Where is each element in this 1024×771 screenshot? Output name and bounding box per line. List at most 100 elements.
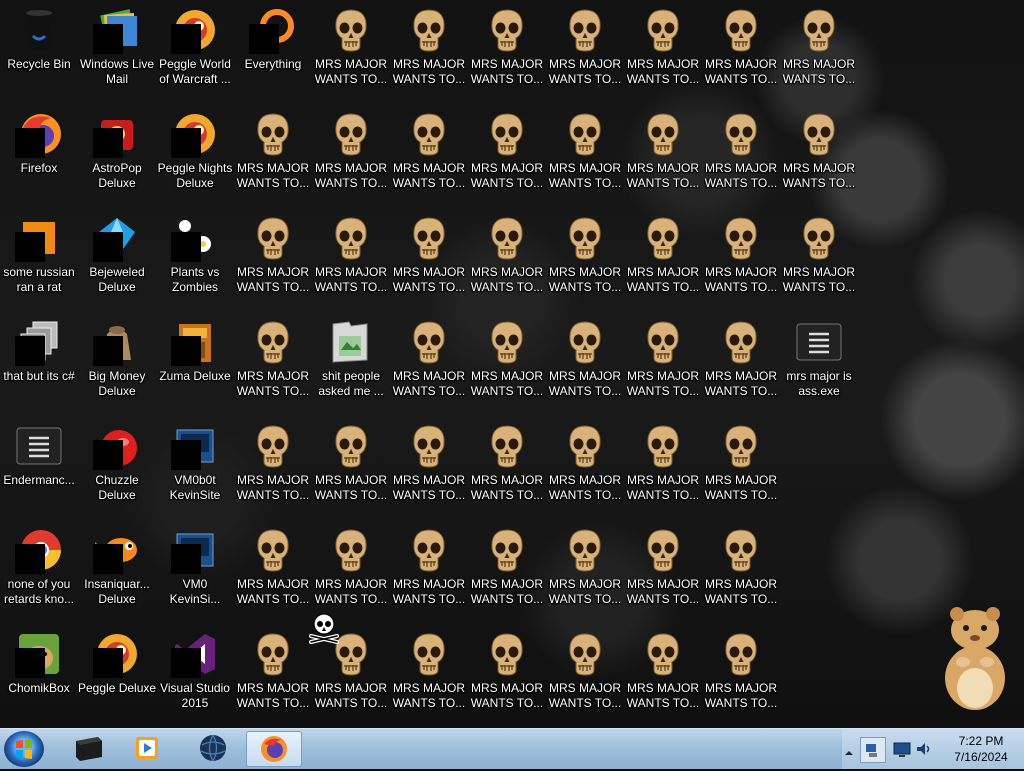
desktop-icon-windows-live-mail[interactable]: Windows Live Mail [78, 2, 156, 102]
skull-icon [335, 529, 367, 572]
mrs-major-skull-shortcut[interactable]: MRS MAJOR WANTS TO... [390, 522, 468, 622]
mrs-major-skull-shortcut[interactable]: MRS MAJOR WANTS TO... [546, 626, 624, 726]
mrs-major-skull-shortcut[interactable]: MRS MAJOR WANTS TO... [624, 626, 702, 726]
desktop-icon-insaniquar-deluxe[interactable]: Insaniquar... Deluxe [78, 522, 156, 622]
desktop-icon-firefox[interactable]: Firefox [0, 106, 78, 206]
mrs-major-skull-shortcut[interactable]: MRS MAJOR WANTS TO... [624, 314, 702, 414]
desktop-icon-bejeweled-deluxe[interactable]: Bejeweled Deluxe [78, 210, 156, 310]
skull-shortcut-icon [561, 526, 609, 574]
mrs-major-skull-shortcut[interactable]: MRS MAJOR WANTS TO... [624, 2, 702, 102]
skull-icon [413, 529, 445, 572]
mrs-major-skull-shortcut[interactable]: MRS MAJOR WANTS TO... [546, 522, 624, 622]
mrs-major-skull-shortcut[interactable]: MRS MAJOR WANTS TO... [624, 106, 702, 206]
mrs-major-skull-shortcut[interactable]: MRS MAJOR WANTS TO... [702, 106, 780, 206]
mrs-major-skull-shortcut[interactable]: MRS MAJOR WANTS TO... [234, 626, 312, 726]
mrs-major-skull-shortcut[interactable]: MRS MAJOR WANTS TO... [546, 2, 624, 102]
desktop-icon-plants-vs-zombies[interactable]: Plants vs Zombies [156, 210, 234, 310]
mrs-major-skull-shortcut[interactable]: MRS MAJOR WANTS TO... [312, 106, 390, 206]
mrs-major-skull-shortcut[interactable]: MRS MAJOR WANTS TO... [468, 2, 546, 102]
desktop-icon-chuzzle-deluxe[interactable]: Chuzzle Deluxe [78, 418, 156, 518]
mrs-major-skull-shortcut[interactable]: MRS MAJOR WANTS TO... [702, 2, 780, 102]
mrs-major-skull-shortcut[interactable]: MRS MAJOR WANTS TO... [624, 418, 702, 518]
windows-logo-icon [16, 739, 32, 759]
mrs-major-skull-shortcut[interactable]: MRS MAJOR WANTS TO... [546, 418, 624, 518]
desktop-icon-vm0-kevinsi[interactable]: VM0 KevinSi... [156, 522, 234, 622]
mrs-major-skull-shortcut[interactable]: MRS MAJOR WANTS TO... [468, 522, 546, 622]
mrs-major-skull-shortcut[interactable]: MRS MAJOR WANTS TO... [390, 210, 468, 310]
mrs-major-skull-shortcut[interactable]: MRS MAJOR WANTS TO... [468, 626, 546, 726]
taskbar-globe-button[interactable] [186, 731, 240, 765]
desktop-icon-vm0b0t-kevinsite[interactable]: VM0b0t KevinSite [156, 418, 234, 518]
mrs-major-skull-shortcut[interactable]: MRS MAJOR WANTS TO... [702, 626, 780, 726]
tray-network-icon[interactable] [860, 737, 886, 763]
mrs-major-skull-shortcut[interactable]: MRS MAJOR WANTS TO... [624, 210, 702, 310]
bigmoney-icon: $ [93, 318, 141, 366]
skull-icon [725, 529, 757, 572]
files-icon [15, 318, 63, 366]
skull-icon [647, 633, 679, 676]
desktop-icon-mrs-major-is-ass-exe[interactable]: mrs major is ass.exe [780, 314, 858, 414]
taskbar-terminal-button[interactable] [62, 731, 116, 765]
globe-icon [200, 734, 226, 762]
mrs-major-skull-shortcut[interactable]: MRS MAJOR WANTS TO... [546, 210, 624, 310]
mrs-major-skull-shortcut[interactable]: MRS MAJOR WANTS TO... [624, 522, 702, 622]
show-hidden-icons-arrow[interactable] [844, 743, 854, 755]
mrs-major-skull-shortcut[interactable]: MRS MAJOR WANTS TO... [780, 2, 858, 102]
mrs-major-skull-shortcut[interactable]: MRS MAJOR WANTS TO... [312, 210, 390, 310]
tray-speaker-icon[interactable] [914, 739, 934, 759]
desktop-icon-label: ChomikBox [8, 681, 70, 695]
tray-monitor-icon[interactable] [892, 739, 912, 759]
desktop-icon-everything[interactable]: Everything [234, 2, 312, 102]
mrs-major-skull-shortcut[interactable]: MRS MAJOR WANTS TO... [234, 418, 312, 518]
desktop-icon-visual-studio-2015[interactable]: Visual Studio 2015 [156, 626, 234, 726]
desktop-icon-peggle-deluxe[interactable]: Peggle Deluxe [78, 626, 156, 726]
mrs-major-skull-shortcut[interactable]: MRS MAJOR WANTS TO... [780, 106, 858, 206]
mrs-major-skull-shortcut[interactable]: MRS MAJOR WANTS TO... [390, 314, 468, 414]
taskbar-firefox-button[interactable] [246, 731, 302, 767]
mrs-major-skull-shortcut[interactable]: MRS MAJOR WANTS TO... [234, 314, 312, 414]
mrs-major-skull-shortcut[interactable]: MRS MAJOR WANTS TO... [234, 210, 312, 310]
desktop-icon-shit-people-asked-me[interactable]: shit people asked me ... [312, 314, 390, 414]
taskbar: 7:22 PM 7/16/2024 [0, 728, 1024, 769]
mrs-major-skull-shortcut[interactable]: MRS MAJOR WANTS TO... [312, 2, 390, 102]
mrs-major-skull-shortcut[interactable]: MRS MAJOR WANTS TO... [390, 626, 468, 726]
desktop-icon-peggle-world-of-warcraft[interactable]: Peggle World of Warcraft ... [156, 2, 234, 102]
mrs-major-skull-shortcut[interactable]: MRS MAJOR WANTS TO... [390, 106, 468, 206]
mrs-major-skull-shortcut[interactable]: MRS MAJOR WANTS TO... [468, 418, 546, 518]
mrs-major-skull-shortcut[interactable]: MRS MAJOR WANTS TO... [468, 106, 546, 206]
desktop-icon-zuma-deluxe[interactable]: Zuma Deluxe [156, 314, 234, 414]
mrs-major-skull-shortcut[interactable]: MRS MAJOR WANTS TO... [312, 418, 390, 518]
skull-icon [257, 321, 289, 364]
desktop-icon-astropop-deluxe[interactable]: AstroPop Deluxe [78, 106, 156, 206]
taskbar-media-player-button[interactable] [120, 731, 174, 765]
desktop-icon-label: MRS MAJOR WANTS TO... [314, 161, 388, 190]
desktop-icon-none-of-you-retards-kno[interactable]: none of you retards kno... [0, 522, 78, 622]
mrs-major-skull-shortcut[interactable]: MRS MAJOR WANTS TO... [702, 314, 780, 414]
skull-shortcut-icon [795, 6, 843, 54]
mrs-major-skull-shortcut[interactable]: MRS MAJOR WANTS TO... [702, 210, 780, 310]
skull-shortcut-icon [483, 630, 531, 678]
mrs-major-skull-shortcut[interactable]: MRS MAJOR WANTS TO... [390, 2, 468, 102]
mrs-major-skull-shortcut[interactable]: MRS MAJOR WANTS TO... [234, 522, 312, 622]
mrs-major-skull-shortcut[interactable]: MRS MAJOR WANTS TO... [780, 210, 858, 310]
desktop-icon-peggle-nights-deluxe[interactable]: Peggle Nights Deluxe [156, 106, 234, 206]
desktop-icon-that-but-its-c[interactable]: that but its c# [0, 314, 78, 414]
mrs-major-skull-shortcut[interactable]: MRS MAJOR WANTS TO... [468, 210, 546, 310]
mrs-major-skull-shortcut[interactable]: MRS MAJOR WANTS TO... [390, 418, 468, 518]
redaction-box [15, 648, 45, 678]
mrs-major-skull-shortcut[interactable]: MRS MAJOR WANTS TO... [234, 106, 312, 206]
taskbar-clock[interactable]: 7:22 PM 7/16/2024 [946, 733, 1016, 765]
mrs-major-skull-shortcut[interactable]: MRS MAJOR WANTS TO... [312, 522, 390, 622]
mrs-major-skull-shortcut[interactable]: MRS MAJOR WANTS TO... [468, 314, 546, 414]
mrs-major-skull-shortcut[interactable]: MRS MAJOR WANTS TO... [546, 314, 624, 414]
mrs-major-skull-shortcut[interactable]: MRS MAJOR WANTS TO... [702, 418, 780, 518]
desktop-icon-recycle-bin[interactable]: Recycle Bin [0, 2, 78, 102]
desktop-icon-some-russian-ran-a-rat[interactable]: some russian ran a rat [0, 210, 78, 310]
vs-icon [171, 630, 219, 678]
desktop-icon-big-money-deluxe[interactable]: $ Big Money Deluxe [78, 314, 156, 414]
desktop-icon-endermanc[interactable]: Endermanc... [0, 418, 78, 518]
mrs-major-skull-shortcut[interactable]: MRS MAJOR WANTS TO... [702, 522, 780, 622]
desktop-icon-chomikbox[interactable]: ChomikBox [0, 626, 78, 726]
start-button[interactable] [4, 731, 44, 767]
mrs-major-skull-shortcut[interactable]: MRS MAJOR WANTS TO... [546, 106, 624, 206]
